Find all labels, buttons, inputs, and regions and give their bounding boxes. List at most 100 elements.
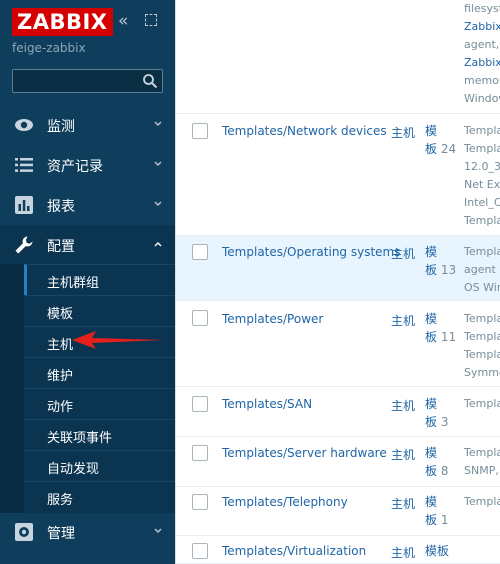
host-group-name-link[interactable]: Templates/Telephony (222, 495, 348, 509)
templates-label-2: 板 (425, 142, 438, 156)
templates-link[interactable]: 模板 1 (425, 493, 448, 529)
submenu-item-host-groups[interactable]: 主机群组 (24, 264, 175, 295)
templates-link[interactable]: 模板 24 (425, 122, 456, 158)
templates-link[interactable]: 模板 3 (425, 395, 448, 431)
search-icon[interactable] (142, 73, 158, 89)
templates-link[interactable]: 模板 8 (425, 444, 448, 480)
table-row: Templates/Telephony 主机 模板 1 Templa (176, 487, 500, 536)
linked-template-link[interactable]: Templa (464, 328, 500, 346)
linked-template-link[interactable]: memor (464, 72, 500, 90)
host-group-name-link[interactable]: Templates/Network devices (222, 124, 387, 138)
hosts-link[interactable]: 主机 (391, 312, 415, 329)
templates-link[interactable]: 模板 (425, 542, 449, 560)
linked-templates: Templa SNMP, (464, 444, 500, 480)
submenu-item-services[interactable]: 服务 (24, 481, 175, 512)
hosts-link[interactable]: 主机 (391, 495, 415, 512)
list-icon (15, 158, 33, 172)
nav-inventory[interactable]: 资产记录 (0, 145, 175, 185)
submenu-item-maintenance[interactable]: 维护 (24, 357, 175, 388)
linked-template-link[interactable]: agent, (464, 36, 500, 54)
linked-template-link[interactable]: Templa (464, 212, 500, 230)
linked-template-link[interactable]: Intel_C (464, 194, 500, 212)
table-row: Templates/Power 主机 模板 11 Templa Templa T… (176, 301, 500, 387)
linked-template-link[interactable]: Zabbix (464, 18, 500, 36)
submenu-item-actions[interactable]: 动作 (24, 388, 175, 419)
red-arrow-annotation (72, 331, 164, 349)
nav-configuration[interactable]: 配置 (0, 225, 175, 265)
row-checkbox[interactable] (192, 396, 208, 412)
linked-template-link[interactable]: agent a (464, 261, 500, 279)
host-groups-table: filesyst Zabbix agent, Zabbix memor Wind… (175, 0, 500, 564)
server-name: feige-zabbix (12, 41, 86, 55)
linked-template-link[interactable]: Net Ex (464, 176, 500, 194)
table-row: Templates/Network devices 主机 模板 24 Templ… (176, 114, 500, 236)
templates-label-2: 板 (425, 513, 438, 527)
linked-template-link[interactable]: Templa (464, 346, 500, 364)
submenu-gutter (0, 264, 24, 513)
linked-template-link[interactable]: Templa (464, 140, 500, 158)
linked-template-link[interactable]: filesyst (464, 0, 500, 18)
submenu-item-label: 主机 (47, 338, 74, 353)
submenu-item-label: 自动发现 (47, 462, 100, 477)
row-checkbox[interactable] (192, 244, 208, 260)
row-checkbox[interactable] (192, 494, 208, 510)
submenu-item-label: 主机群组 (47, 276, 100, 291)
hosts-link[interactable]: 主机 (391, 397, 415, 414)
templates-count: 8 (440, 464, 449, 478)
wrench-icon (15, 236, 33, 254)
linked-template-link[interactable]: Templa (464, 310, 500, 328)
table-row: Templates/Virtualization 主机 模板 (176, 536, 500, 564)
hosts-link[interactable]: 主机 (391, 544, 415, 561)
linked-template-link[interactable]: Templa (464, 243, 500, 261)
row-checkbox[interactable] (192, 543, 208, 559)
linked-template-link[interactable]: Templa (464, 122, 500, 140)
templates-link[interactable]: 模板 11 (425, 310, 456, 346)
linked-template-link[interactable]: SNMP, (464, 462, 500, 480)
sidebar: ZABBIX « feige-zabbix 监测 资产记录 报表 配置 主机群组… (0, 0, 175, 564)
host-group-name-link[interactable]: Templates/SAN (222, 397, 312, 411)
linked-template-link[interactable]: 12.0_3 (464, 158, 500, 176)
hosts-link[interactable]: 主机 (391, 245, 415, 262)
host-group-name-link[interactable]: Templates/Virtualization (222, 544, 366, 558)
table-row: Templates/SAN 主机 模板 3 Templa (176, 387, 500, 437)
host-group-name-link[interactable]: Templates/Server hardware (222, 446, 387, 460)
templates-count: 3 (440, 415, 449, 429)
hosts-link[interactable]: 主机 (391, 124, 415, 141)
row-checkbox[interactable] (192, 310, 208, 326)
row-checkbox[interactable] (192, 445, 208, 461)
nav-administration[interactable]: 管理 (0, 512, 175, 552)
linked-template-link[interactable]: OS Wir (464, 279, 500, 297)
submenu-item-templates[interactable]: 模板 (24, 295, 175, 326)
nav-monitoring[interactable]: 监测 (0, 105, 175, 145)
hosts-link[interactable]: 主机 (391, 446, 415, 463)
submenu-item-label: 模板 (47, 307, 74, 322)
host-group-name-link[interactable]: Templates/Power (222, 312, 323, 326)
search-input[interactable] (12, 69, 163, 93)
templates-count: 11 (440, 330, 457, 344)
linked-template-link[interactable]: Templa (464, 493, 500, 511)
linked-template-link[interactable]: Window (464, 90, 500, 108)
nav-administration-label: 管理 (47, 526, 75, 542)
linked-template-link[interactable]: Zabbix (464, 54, 500, 72)
templates-link[interactable]: 模板 13 (425, 243, 456, 279)
eye-icon (15, 119, 33, 131)
nav-reports[interactable]: 报表 (0, 185, 175, 225)
templates-count: 13 (440, 263, 457, 277)
submenu-item-event-correlation[interactable]: 关联项事件 (24, 419, 175, 450)
linked-templates: Templa (464, 395, 500, 413)
row-checkbox[interactable] (192, 123, 208, 139)
linked-template-link[interactable]: Templa (464, 395, 500, 413)
submenu-item-label: 服务 (47, 493, 74, 508)
templates-label: 模 (425, 312, 438, 326)
gear-icon (15, 523, 33, 541)
linked-templates: filesyst Zabbix agent, Zabbix memor Wind… (464, 0, 500, 108)
linked-template-link[interactable]: Templa (464, 444, 500, 462)
submenu-item-discovery[interactable]: 自动发现 (24, 450, 175, 481)
fullscreen-icon[interactable] (145, 14, 157, 26)
collapse-sidebar-icon[interactable]: « (118, 12, 128, 30)
host-group-name-link[interactable]: Templates/Operating systems (222, 245, 401, 259)
templates-count: 24 (440, 142, 457, 156)
linked-templates: Templa (464, 493, 500, 511)
zabbix-logo[interactable]: ZABBIX (12, 8, 113, 36)
linked-template-link[interactable]: Symme (464, 364, 500, 382)
